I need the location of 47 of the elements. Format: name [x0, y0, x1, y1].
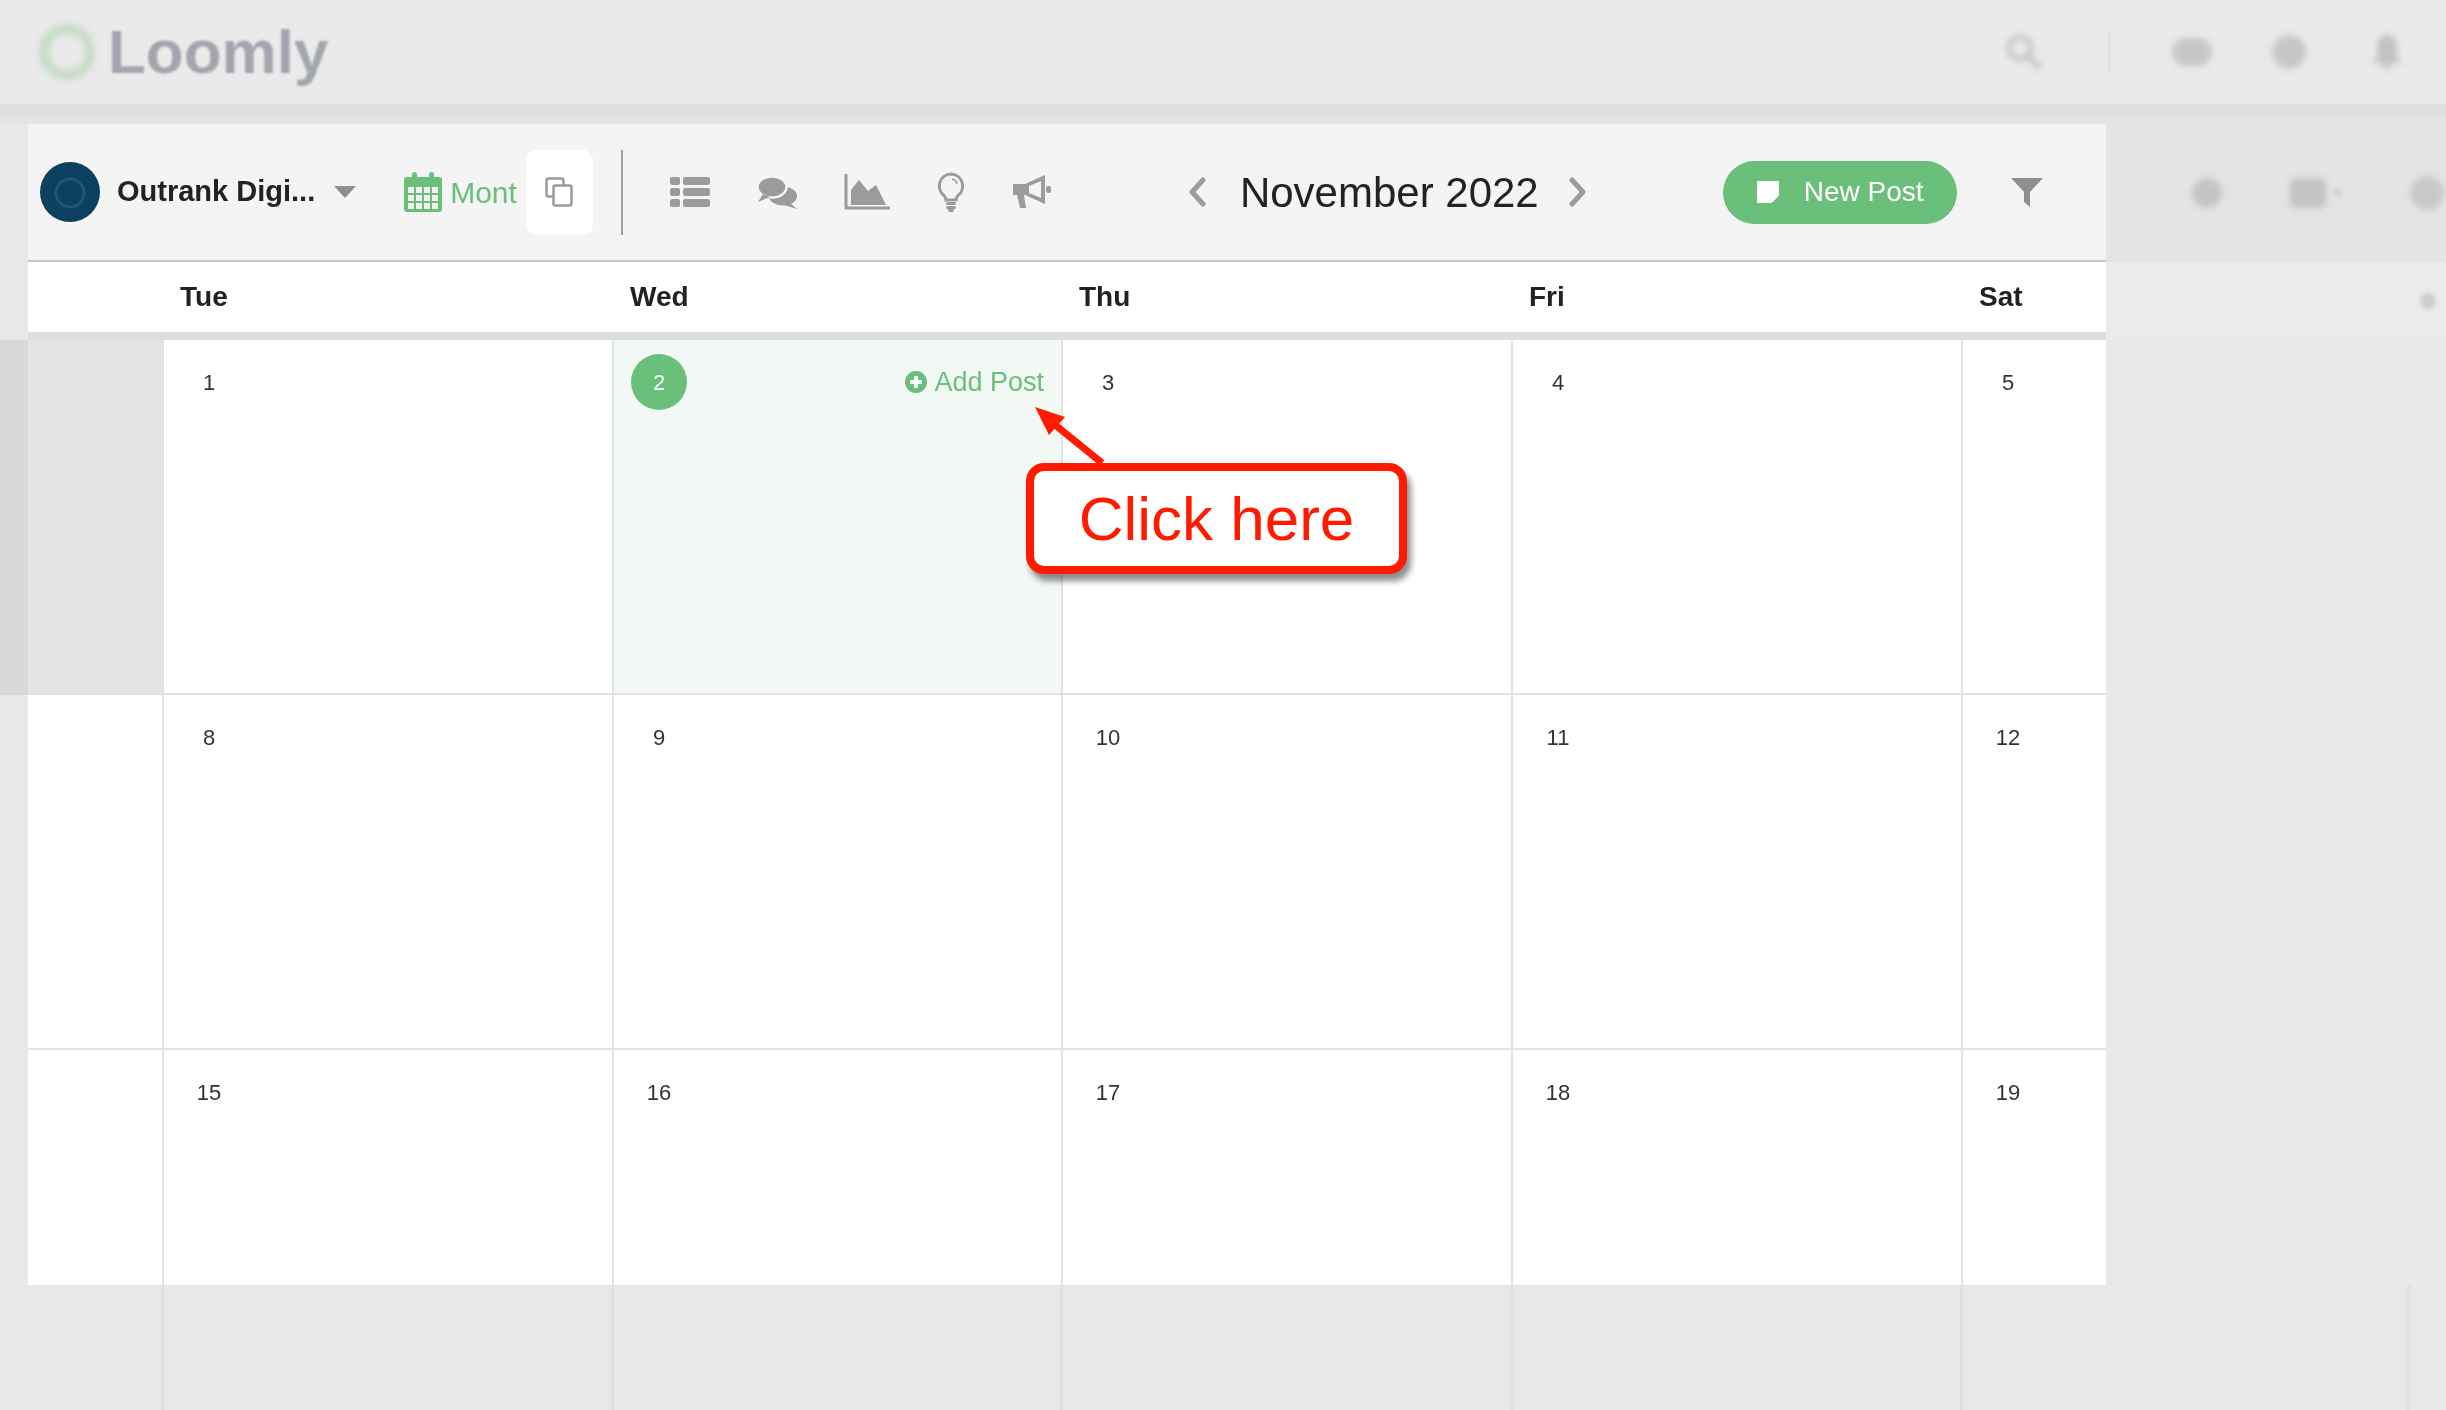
- bell-icon: [2372, 35, 2402, 69]
- caret-down-icon[interactable]: [334, 186, 357, 198]
- list-icon[interactable]: [669, 177, 710, 207]
- date-number: 8: [201, 723, 217, 752]
- note-icon: [1755, 180, 1780, 204]
- copy-icon: [545, 177, 574, 207]
- date-number: 15: [195, 1078, 223, 1107]
- weekday-label: Thu: [1079, 280, 1131, 314]
- date-number: 4: [1550, 368, 1566, 397]
- chevron-left-icon[interactable]: [1187, 177, 1206, 207]
- date-number: 17: [1094, 1078, 1122, 1107]
- megaphone-icon[interactable]: [1010, 174, 1053, 210]
- copy-button[interactable]: [525, 149, 593, 235]
- blurred-pill-icon: [2172, 38, 2212, 66]
- date-number: 10: [1094, 723, 1122, 752]
- date-number: 16: [645, 1078, 673, 1107]
- chat-icon[interactable]: [755, 175, 798, 209]
- search-icon: [2004, 32, 2044, 72]
- chevron-right-icon[interactable]: [1568, 177, 1587, 207]
- weekday-label: Tue: [180, 280, 228, 314]
- logo-icon: [38, 23, 96, 81]
- period-title: November 2022: [1239, 167, 1539, 218]
- weekday-label: Sat: [1979, 280, 2023, 314]
- weekday-label: Wed: [630, 280, 689, 314]
- callout-text: Click here: [1078, 487, 1355, 550]
- blurred-circle-icon: [2410, 176, 2444, 210]
- date-number: 1: [201, 368, 217, 397]
- account-name[interactable]: Outrank Digi...: [117, 170, 316, 214]
- date-number: 12: [1994, 723, 2022, 752]
- weekday-label: Fri: [1529, 280, 1565, 314]
- blurred-square-icon: [2290, 178, 2326, 208]
- area-chart-icon[interactable]: [843, 174, 890, 210]
- date-number: 2: [631, 354, 687, 410]
- date-number: 11: [1545, 723, 1571, 752]
- filter-icon[interactable]: [2010, 177, 2043, 207]
- date-number: 18: [1544, 1078, 1572, 1107]
- blurred-dot-icon: [2420, 293, 2436, 309]
- date-number: 5: [2000, 368, 2016, 397]
- lightbulb-icon[interactable]: [936, 172, 965, 212]
- calendar-icon: [404, 172, 443, 212]
- avatar[interactable]: [40, 162, 100, 222]
- plus-circle-icon: [905, 371, 928, 393]
- blurred-circle-icon: [2272, 35, 2306, 69]
- date-number: 9: [651, 723, 667, 752]
- blurred-circle-icon: [2192, 178, 2222, 208]
- date-number: 19: [1994, 1078, 2022, 1107]
- date-number: 3: [1100, 368, 1116, 397]
